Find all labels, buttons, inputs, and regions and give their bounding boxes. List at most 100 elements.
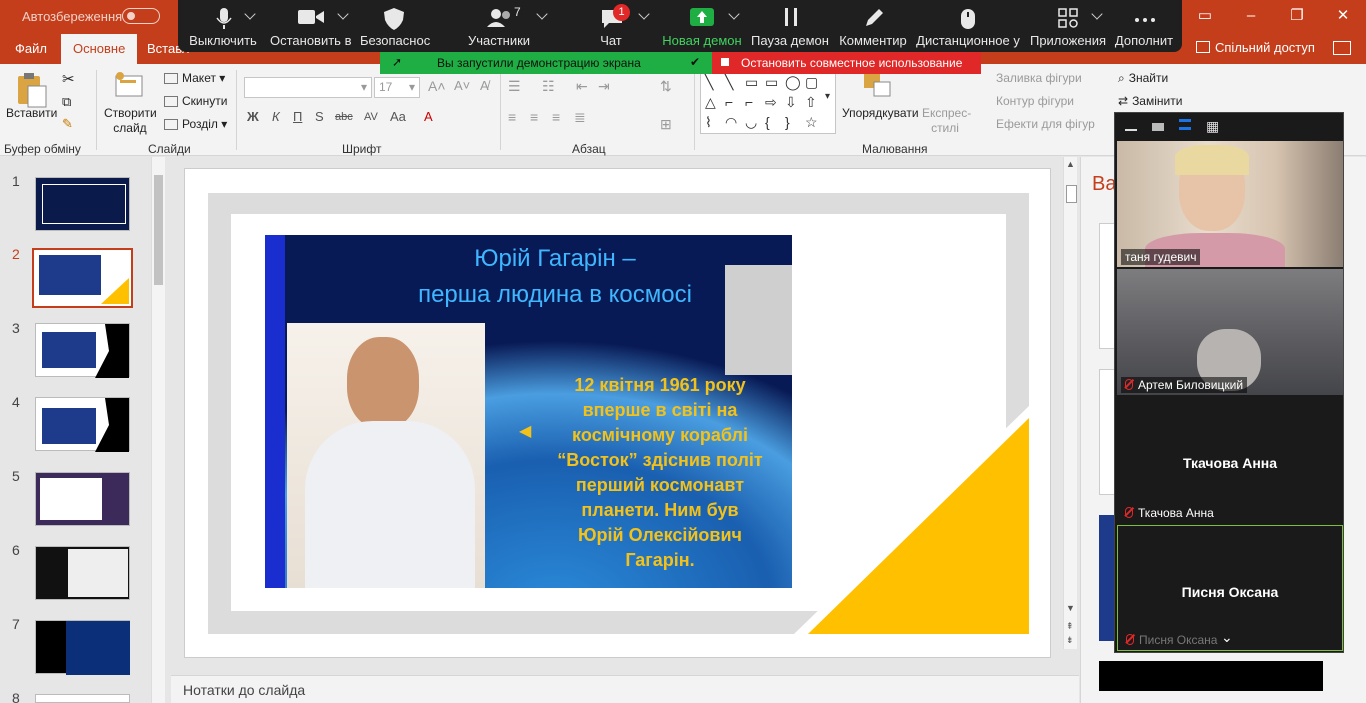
stop-share-button[interactable]: Остановить совместное использование	[712, 52, 981, 74]
scrollbar-thumb[interactable]	[154, 175, 163, 285]
underline-button[interactable]: П	[293, 109, 302, 124]
increase-indent-icon[interactable]: ⇥	[598, 78, 610, 95]
slide-thumbnail[interactable]	[35, 323, 130, 378]
align-center-icon[interactable]: ≡	[530, 109, 538, 125]
share-button[interactable]: Спільний доступ	[1196, 40, 1315, 55]
new-slide-icon[interactable]	[114, 70, 144, 100]
chat-button[interactable]: Чат	[582, 0, 640, 52]
minimize-icon[interactable]: –	[1240, 6, 1262, 26]
slide-thumbnail[interactable]	[35, 694, 130, 703]
security-button[interactable]: Безопаснос	[360, 0, 430, 52]
gallery-more-icon[interactable]: ▾	[825, 91, 830, 102]
rectangle-shape-icon[interactable]: ▭	[745, 74, 758, 91]
justify-icon[interactable]: ≣	[574, 109, 586, 126]
shape-outline-button[interactable]: Контур фігури	[996, 94, 1074, 108]
slide-thumbnail[interactable]	[35, 177, 130, 231]
chevron-down-icon[interactable]: ⌄	[1221, 629, 1233, 646]
participants-button[interactable]: Участники	[460, 0, 538, 52]
scroll-down-icon[interactable]: ▼	[1066, 603, 1075, 613]
section-button[interactable]: Розділ ▾	[164, 117, 227, 131]
text-direction-icon[interactable]: ⇅	[660, 78, 672, 95]
tab-file[interactable]: Файл	[15, 41, 47, 56]
cut-icon[interactable]: ✂	[62, 70, 75, 88]
layout-button[interactable]: Макет ▾	[164, 71, 225, 85]
participant-video-tile[interactable]: таня гудевич	[1117, 141, 1343, 267]
change-case-button[interactable]: Aa	[390, 109, 406, 124]
decrease-indent-icon[interactable]: ⇤	[576, 78, 588, 95]
triangle-shape-icon[interactable]: △	[705, 94, 716, 111]
remote-control-button[interactable]: Дистанционное у	[916, 0, 1020, 52]
font-color-button[interactable]: A	[424, 109, 433, 124]
arrange-button[interactable]: Упорядкувати	[842, 106, 919, 120]
line-shape-icon[interactable]: ╲	[725, 74, 733, 91]
curve-shape-icon[interactable]: ◡	[745, 114, 757, 131]
font-name-combo[interactable]: ▾	[244, 77, 372, 98]
right-arrow-shape-icon[interactable]: ⇨	[765, 94, 777, 111]
slide-canvas[interactable]: Юрій Гагарін – перша людина в космосі 12…	[184, 168, 1051, 658]
maximize-icon[interactable]: ❐	[1286, 6, 1308, 26]
slide-thumbnail-selected[interactable]	[32, 248, 133, 308]
format-painter-icon[interactable]: ✎	[62, 116, 73, 132]
scroll-up-icon[interactable]: ▲	[1066, 159, 1075, 169]
more-button[interactable]: Дополнит	[1108, 0, 1180, 52]
notes-pane[interactable]: Нотатки до слайда	[171, 675, 1079, 703]
quick-styles-button[interactable]: Експрес-стилі	[922, 106, 971, 136]
pause-share-button[interactable]: Пауза демон	[750, 0, 830, 52]
replace-button[interactable]: ⇄ Замінити	[1118, 94, 1182, 108]
sound-icon[interactable]: ◀	[519, 421, 531, 441]
align-left-icon[interactable]: ≡	[508, 109, 516, 125]
oval-shape-icon[interactable]: ◯	[785, 74, 801, 91]
curve-shape-icon[interactable]: ◠	[725, 114, 737, 131]
editor-scrollbar[interactable]: ▲ ▼ ⇞ ⇟	[1063, 157, 1077, 649]
bold-button[interactable]: Ж	[247, 109, 259, 124]
new-slide-button[interactable]: Створити слайд	[104, 106, 157, 136]
arrange-icon[interactable]	[862, 72, 896, 102]
shape-effects-button[interactable]: Ефекти для фігур	[996, 117, 1095, 131]
reset-button[interactable]: Скинути	[164, 94, 227, 108]
stop-video-button[interactable]: Остановить в	[270, 0, 351, 52]
up-arrow-shape-icon[interactable]: ⇧	[805, 94, 817, 111]
freeform-shape-icon[interactable]: ⌇	[705, 114, 712, 131]
copy-icon[interactable]: ⧉	[62, 94, 71, 110]
paste-button[interactable]: Вставити	[6, 106, 57, 120]
thumbnails-scrollbar[interactable]	[151, 157, 165, 703]
autosave-toggle[interactable]	[122, 8, 160, 24]
paste-icon[interactable]	[16, 72, 48, 108]
restore-icon[interactable]: ▭	[1194, 6, 1216, 26]
chevron-down-icon[interactable]	[638, 8, 650, 20]
participant-video-tile[interactable]: Ткачова Анна Ткачова Анна	[1117, 397, 1343, 523]
char-spacing-button[interactable]: AV	[364, 111, 378, 123]
strikethrough-button[interactable]: abc	[335, 111, 353, 123]
bullets-icon[interactable]: ☰	[508, 78, 521, 95]
slide-thumbnail[interactable]	[35, 472, 130, 526]
numbering-icon[interactable]: ☷	[542, 78, 555, 95]
font-size-combo[interactable]: 17 ▾	[374, 77, 420, 98]
shadow-button[interactable]: S	[315, 109, 324, 124]
elbow-connector-icon[interactable]: ⌐	[725, 94, 733, 110]
grow-font-icon[interactable]: A˄	[428, 78, 446, 94]
slide-thumbnail[interactable]	[35, 397, 130, 452]
star-shape-icon[interactable]: ☆	[805, 114, 818, 131]
right-brace-shape-icon[interactable]: }	[785, 114, 790, 130]
slide-picture[interactable]: Юрій Гагарін – перша людина в космосі 12…	[265, 235, 792, 588]
shape-fill-button[interactable]: Заливка фігури	[996, 71, 1082, 85]
shapes-gallery[interactable]: ╲ ╲ ▭ ▭ ◯ ▢ △ ⌐ ⌐ ⇨ ⇩ ⇧ ⌇ ◠ ◡ { } ☆ ▾	[700, 70, 836, 134]
left-brace-shape-icon[interactable]: {	[765, 114, 770, 130]
rounded-rectangle-shape-icon[interactable]: ▢	[805, 74, 818, 91]
shrink-font-icon[interactable]: A˅	[454, 78, 470, 93]
gallery-view-icon[interactable]: ▦	[1206, 118, 1219, 135]
down-arrow-shape-icon[interactable]: ⇩	[785, 94, 797, 111]
annotate-button[interactable]: Комментир	[838, 0, 908, 52]
chevron-down-icon[interactable]	[536, 8, 548, 20]
next-slide-icon[interactable]: ⇟	[1066, 635, 1074, 646]
thumbnail-view-icon[interactable]	[1152, 123, 1164, 131]
comments-icon[interactable]	[1333, 41, 1351, 55]
align-right-icon[interactable]: ≡	[552, 109, 560, 125]
smartart-icon[interactable]: ⊞	[660, 116, 672, 133]
slide-thumbnail[interactable]	[35, 546, 130, 600]
notes-placeholder[interactable]: Нотатки до слайда	[183, 682, 305, 698]
italic-button[interactable]: К	[272, 109, 280, 124]
scrollbar-thumb[interactable]	[1066, 185, 1077, 203]
participant-video-tile[interactable]: Артем Биловицкий	[1117, 269, 1343, 395]
tab-home[interactable]: Основне	[61, 34, 138, 64]
